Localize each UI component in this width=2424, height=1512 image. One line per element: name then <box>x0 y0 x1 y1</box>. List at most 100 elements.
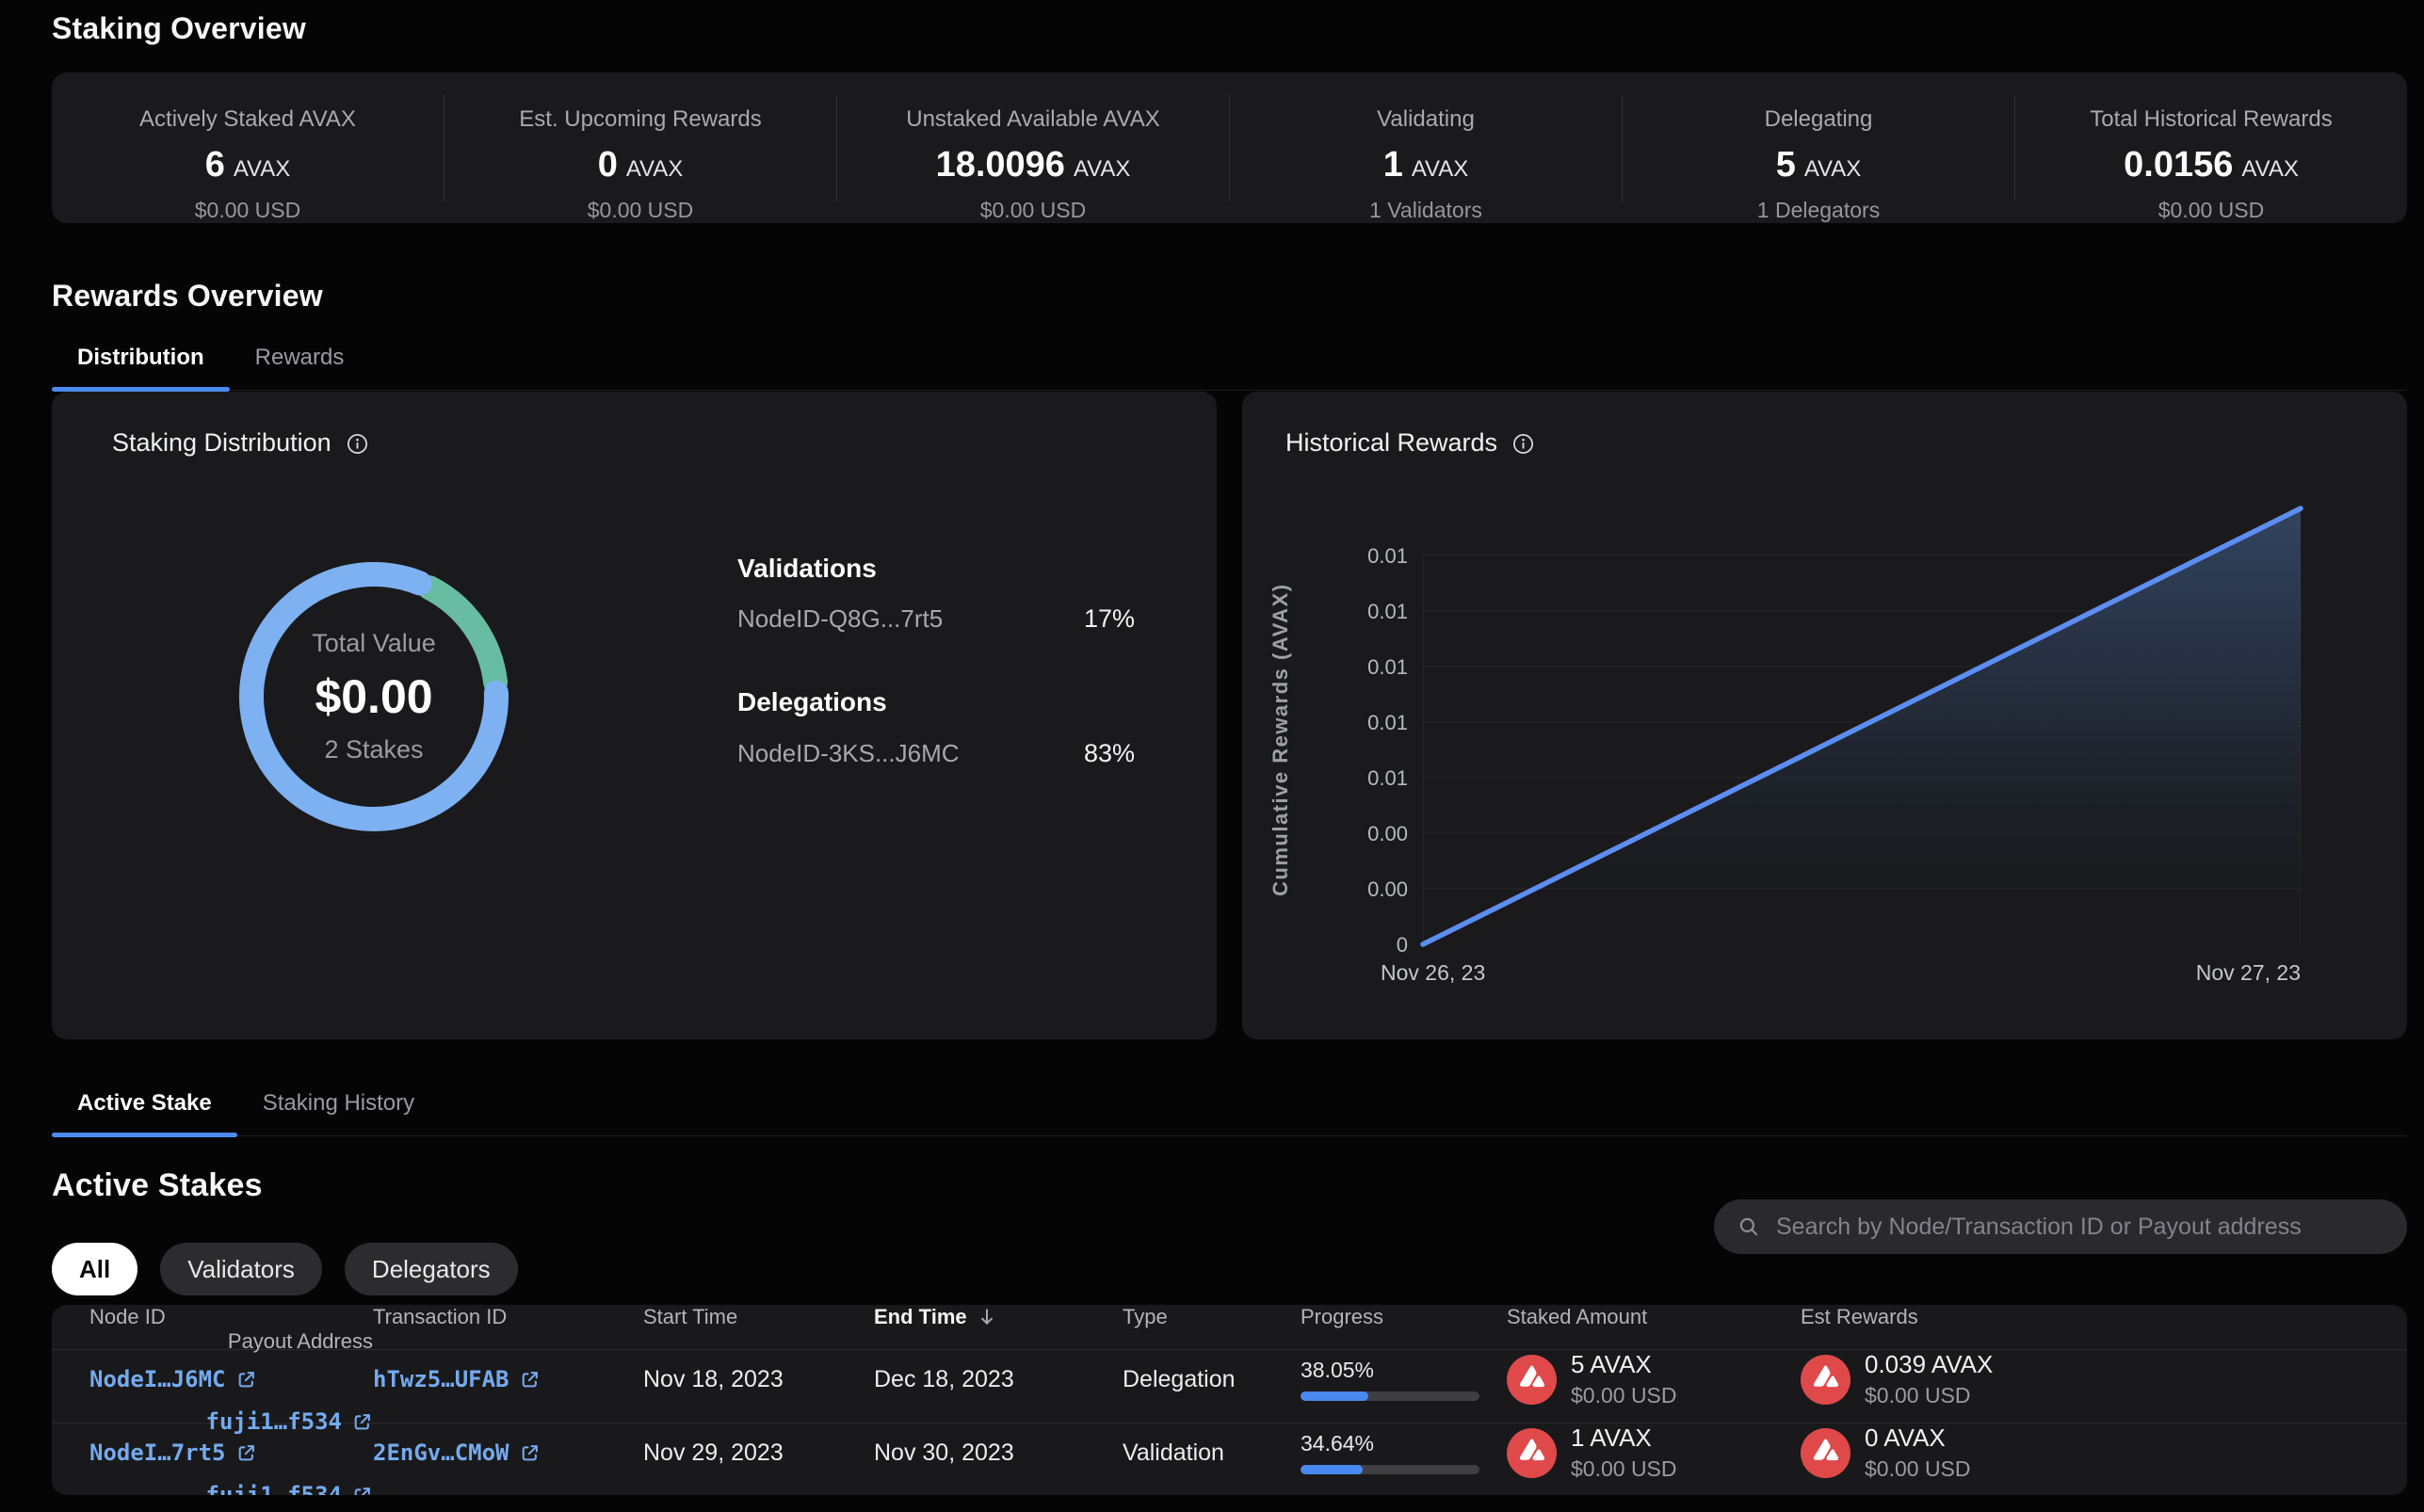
payout-address-link[interactable]: fuji1…f534 <box>206 1408 374 1435</box>
stat-label: Unstaked Available AVAX <box>906 106 1160 133</box>
stat-actively-staked: Actively Staked AVAX 6AVAX $0.00 USD <box>52 72 444 223</box>
staked-amount-cell: 5 AVAX $0.00 USD <box>1507 1350 1801 1408</box>
rewards-overview-tabs: Distribution Rewards <box>52 337 2407 391</box>
node-id-link[interactable]: NodeI…7rt5 <box>89 1440 257 1466</box>
col-staked-amount[interactable]: Staked Amount <box>1507 1305 1801 1329</box>
search-icon <box>1737 1214 1761 1239</box>
stat-unit: AVAX <box>626 156 683 183</box>
stat-label: Actively Staked AVAX <box>139 106 356 133</box>
progress-value: 38.05% <box>1301 1358 1507 1383</box>
rewards-overview-title: Rewards Overview <box>52 279 323 314</box>
delegation-item: NodeID-3KS...J6MC 83% <box>737 739 1135 768</box>
col-transaction-id[interactable]: Transaction ID <box>373 1305 643 1329</box>
progress-bar <box>1301 1391 1479 1401</box>
transaction-id-link[interactable]: 2EnGv…CMoW <box>373 1440 541 1466</box>
delegation-pct: 83% <box>1084 739 1135 768</box>
col-payout-address[interactable]: Payout Address <box>89 1329 373 1354</box>
staked-amount: 1 AVAX <box>1571 1424 1677 1453</box>
page-title: Staking Overview <box>52 11 306 46</box>
table-row: NodeI…7rt5 2EnGv…CMoW Nov 29, 2023 Nov 3… <box>52 1423 2407 1495</box>
est-rewards: 0.039 AVAX <box>1865 1350 1993 1379</box>
tab-distribution[interactable]: Distribution <box>52 337 230 390</box>
svg-text:0.01: 0.01 <box>1367 766 1408 790</box>
search-input[interactable] <box>1776 1214 2384 1241</box>
stat-value: 0.0156 <box>2124 145 2233 185</box>
validation-item: NodeID-Q8G...7rt5 17% <box>737 604 1135 634</box>
svg-text:0.01: 0.01 <box>1367 600 1408 623</box>
stat-sub: 1 Validators <box>1369 198 1482 223</box>
validation-node-id: NodeID-Q8G...7rt5 <box>737 604 943 634</box>
stake-type: Delegation <box>1123 1366 1301 1393</box>
payout-address-link[interactable]: fuji1…f534 <box>206 1482 374 1495</box>
progress-cell: 34.64% <box>1301 1431 1507 1474</box>
payout-address-text: fuji1…f534 <box>206 1408 343 1435</box>
stat-sub: $0.00 USD <box>195 198 301 223</box>
staking-overview-stats: Actively Staked AVAX 6AVAX $0.00 USD Est… <box>52 72 2407 223</box>
stat-sub: $0.00 USD <box>588 198 694 223</box>
payout-address-text: fuji1…f534 <box>206 1482 343 1495</box>
svg-text:0: 0 <box>1397 933 1408 957</box>
stat-unit: AVAX <box>1412 156 1468 183</box>
stat-label: Total Historical Rewards <box>2090 106 2332 133</box>
table-header: Node ID Transaction ID Start Time End Ti… <box>52 1305 2407 1350</box>
stat-label: Delegating <box>1765 106 1873 133</box>
donut-chart <box>214 537 534 857</box>
est-rewards: 0 AVAX <box>1865 1424 1971 1453</box>
start-time: Nov 29, 2023 <box>643 1440 874 1467</box>
stat-value: 0 <box>598 145 618 185</box>
transaction-id-link[interactable]: hTwz5…UFAB <box>373 1366 541 1392</box>
tab-active-stake[interactable]: Active Stake <box>52 1083 237 1135</box>
external-link-icon <box>519 1369 541 1391</box>
svg-text:Nov 27, 23: Nov 27, 23 <box>2196 960 2301 985</box>
staking-distribution-title: Staking Distribution <box>112 428 368 458</box>
node-id-text: NodeI…J6MC <box>89 1366 226 1392</box>
svg-text:Nov 26, 23: Nov 26, 23 <box>1381 960 1485 985</box>
col-node-id[interactable]: Node ID <box>89 1305 373 1329</box>
stat-total-historical-rewards: Total Historical Rewards 0.0156AVAX $0.0… <box>2014 72 2407 223</box>
stat-value: 5 <box>1776 145 1796 185</box>
est-rewards-usd: $0.00 USD <box>1865 1456 1971 1482</box>
transaction-id-text: hTwz5…UFAB <box>373 1366 509 1392</box>
y-axis-title: Cumulative Rewards (AVAX) <box>1269 542 1321 938</box>
search-bar[interactable] <box>1714 1199 2407 1254</box>
end-time: Dec 18, 2023 <box>874 1366 1123 1393</box>
filter-all[interactable]: All <box>52 1243 137 1295</box>
staked-amount: 5 AVAX <box>1571 1350 1677 1379</box>
filter-validators[interactable]: Validators <box>160 1243 322 1295</box>
est-rewards-cell: 0 AVAX $0.00 USD <box>1801 1424 2351 1482</box>
historical-rewards-title: Historical Rewards <box>1285 428 1534 458</box>
info-icon[interactable] <box>347 432 368 454</box>
stat-unit: AVAX <box>1804 156 1861 183</box>
table-row: NodeI…J6MC hTwz5…UFAB Nov 18, 2023 Dec 1… <box>52 1350 2407 1423</box>
est-rewards-usd: $0.00 USD <box>1865 1383 1993 1408</box>
start-time: Nov 18, 2023 <box>643 1366 874 1393</box>
col-end-time[interactable]: End Time <box>874 1305 1123 1329</box>
avax-icon <box>1507 1355 1557 1405</box>
col-start-time[interactable]: Start Time <box>643 1305 874 1329</box>
svg-text:0.01: 0.01 <box>1367 711 1408 734</box>
staking-distribution-panel: Staking Distribution Total Value $0.00 2… <box>52 392 1217 1039</box>
transaction-id-text: 2EnGv…CMoW <box>373 1440 509 1466</box>
col-progress[interactable]: Progress <box>1301 1305 1507 1329</box>
avax-icon <box>1801 1355 1850 1405</box>
col-est-rewards[interactable]: Est Rewards <box>1801 1305 2351 1329</box>
tab-rewards[interactable]: Rewards <box>230 337 370 390</box>
stat-value: 6 <box>205 145 225 185</box>
stat-unstaked-available: Unstaked Available AVAX 18.0096AVAX $0.0… <box>836 72 1229 223</box>
active-stakes-table: Node ID Transaction ID Start Time End Ti… <box>52 1305 2407 1495</box>
stake-type: Validation <box>1123 1440 1301 1467</box>
col-type[interactable]: Type <box>1123 1305 1301 1329</box>
svg-text:0.00: 0.00 <box>1367 877 1408 901</box>
panel-title-text: Historical Rewards <box>1285 428 1497 458</box>
stat-validating: Validating 1AVAX 1 Validators <box>1229 72 1622 223</box>
stakes-tabs: Active Stake Staking History <box>52 1083 2407 1136</box>
info-icon[interactable] <box>1512 432 1534 454</box>
stat-label: Est. Upcoming Rewards <box>519 106 761 133</box>
tab-staking-history[interactable]: Staking History <box>237 1083 440 1135</box>
filter-delegators[interactable]: Delegators <box>345 1243 518 1295</box>
stat-sub: $0.00 USD <box>2158 198 2265 223</box>
avax-icon <box>1801 1428 1850 1478</box>
filter-chips: All Validators Delegators <box>52 1243 518 1295</box>
progress-value: 34.64% <box>1301 1431 1507 1456</box>
node-id-link[interactable]: NodeI…J6MC <box>89 1366 257 1392</box>
